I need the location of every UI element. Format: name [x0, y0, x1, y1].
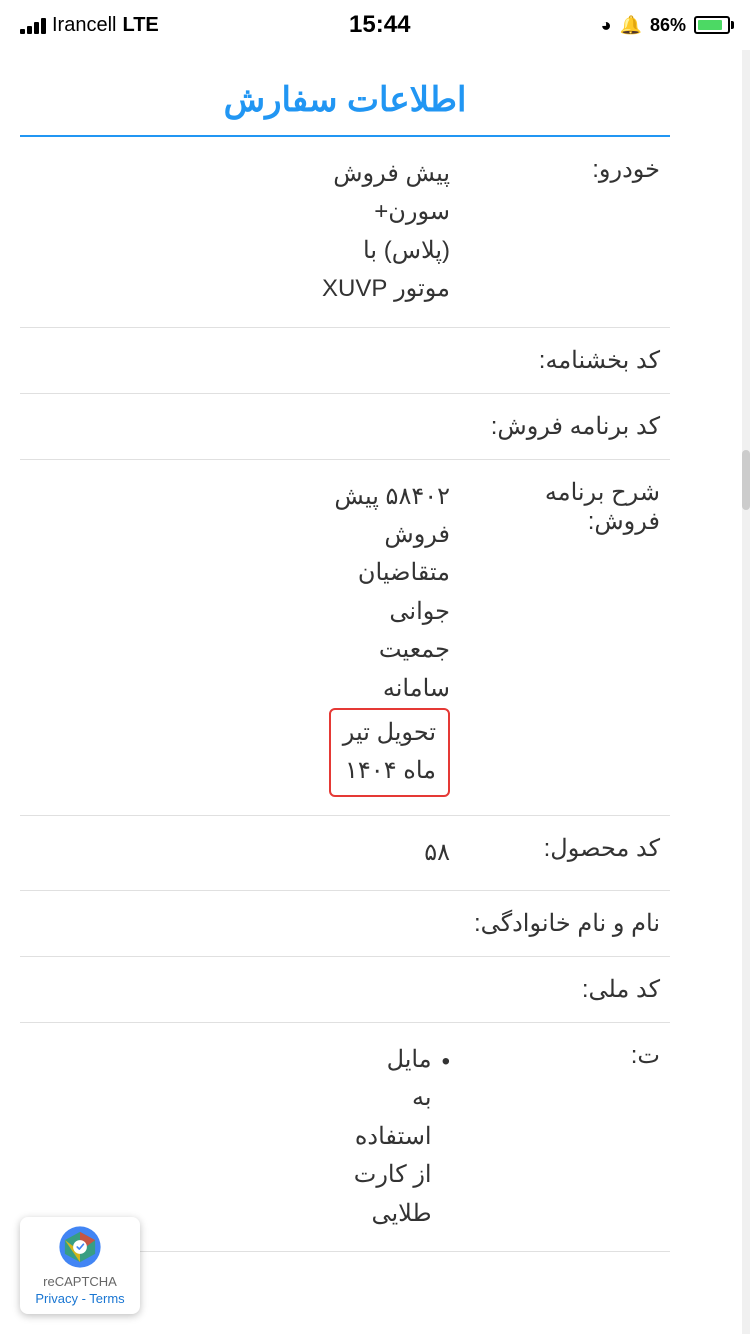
label-code-bakhshnama: کد بخشنامه: [470, 346, 670, 375]
highlight-delivery: تحویل تیرماه ۱۴۰۴ [329, 708, 450, 797]
signal-bar-2 [27, 26, 32, 34]
privacy-terms-link[interactable]: Privacy - Terms [35, 1291, 124, 1306]
row-vehicle: خودرو: پیش فروشسورن+(پلاس) باموتور XUVP [20, 137, 670, 328]
value-sales-desc: ۵۸۴۰۲ پیشفروشمتقاضیانجوانیجمعیتسامانه تح… [20, 478, 470, 797]
row-fullname: نام و نام خانوادگی: [20, 891, 670, 957]
label-fullname: نام و نام خانوادگی: [470, 909, 670, 938]
row-code-bakhshnama: کد بخشنامه: [20, 328, 670, 394]
label-national-code: کد ملی: [470, 975, 670, 1004]
row-sales-desc: شرح برنامه فروش: ۵۸۴۰۲ پیشفروشمتقاضیانجو… [20, 460, 670, 816]
row-national-code: کد ملی: [20, 957, 670, 1023]
separator: - [78, 1291, 89, 1306]
scroll-track[interactable] [742, 50, 750, 1334]
bullet-golden-card: • مایلبهاستفادهاز کارتطلایی [20, 1041, 450, 1233]
page-title: اطلاعات سفارش [20, 50, 670, 137]
battery-fill [698, 20, 722, 30]
terms-link[interactable]: Terms [89, 1291, 124, 1306]
bullet-dot-icon: • [442, 1043, 450, 1081]
bullet-text: مایلبهاستفادهاز کارتطلایی [354, 1041, 432, 1233]
signal-bar-3 [34, 22, 39, 34]
row-product-code: کد محصول: ۵۸ [20, 816, 670, 891]
status-left: Irancell LTE [20, 14, 159, 37]
label-sales-code: کد برنامه فروش: [470, 412, 670, 441]
status-right: ◕ 🔔 86% [601, 15, 730, 36]
battery-percent: 86% [650, 15, 686, 36]
label-sales-desc: شرح برنامه فروش: [470, 478, 670, 536]
recaptcha-logo-icon [58, 1225, 102, 1269]
signal-bar-1 [20, 29, 25, 34]
row-sales-code: کد برنامه فروش: [20, 394, 670, 460]
privacy-link[interactable]: Privacy [35, 1291, 78, 1306]
recaptcha-badge[interactable]: reCAPTCHA Privacy - Terms [20, 1217, 140, 1314]
scroll-thumb[interactable] [742, 450, 750, 510]
value-product-code: ۵۸ [20, 834, 470, 872]
label-product-code: کد محصول: [470, 834, 670, 863]
status-time: 15:44 [349, 11, 410, 39]
battery-icon [694, 16, 730, 34]
signal-bar-4 [41, 18, 46, 34]
carrier-name: Irancell [52, 14, 116, 37]
location-icon: ◕ [601, 15, 612, 36]
label-last: ت: [470, 1041, 670, 1070]
value-vehicle: پیش فروشسورن+(پلاس) باموتور XUVP [20, 155, 470, 309]
recaptcha-text: reCAPTCHA [43, 1273, 117, 1291]
main-content: اطلاعات سفارش خودرو: پیش فروشسورن+(پلاس)… [0, 50, 750, 1252]
value-last: • مایلبهاستفادهاز کارتطلایی [20, 1041, 470, 1233]
label-vehicle: خودرو: [470, 155, 670, 184]
network-type: LTE [122, 14, 158, 37]
status-bar: Irancell LTE 15:44 ◕ 🔔 86% [0, 0, 750, 50]
signal-bars-icon [20, 16, 46, 34]
alarm-icon: 🔔 [620, 15, 642, 36]
